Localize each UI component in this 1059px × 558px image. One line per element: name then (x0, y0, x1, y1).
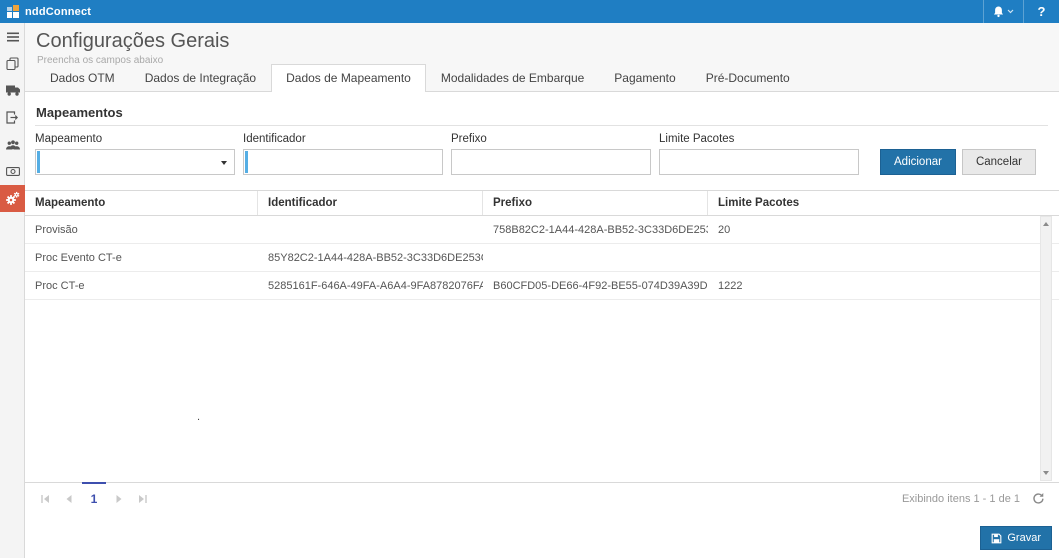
top-bar: nddConnect ? (0, 0, 1059, 23)
tab-bar: Dados OTM Dados de Integração Dados de M… (35, 64, 805, 92)
pager-first-button[interactable] (33, 483, 57, 514)
cell-identificador: 85Y82C2-1A44-428A-BB52-3C33D6DE253C (258, 244, 483, 271)
scroll-down-icon[interactable] (1041, 467, 1051, 479)
pager-status: Exibindo itens 1 - 1 de 1 (902, 493, 1020, 505)
select-caret-icon (221, 161, 227, 165)
grid-body: Provisão 758B82C2-1A44-428A-BB52-3C33D6D… (25, 216, 1059, 482)
cell-identificador: 5285161F-646A-49FA-A6A4-9FA8782076FA (258, 272, 483, 299)
identificador-label: Identificador (243, 133, 443, 145)
cell-prefixo (483, 244, 708, 271)
sidebar (0, 23, 25, 558)
field-mapeamento: Mapeamento (35, 133, 235, 175)
pager-next-button[interactable] (107, 483, 131, 514)
identificador-ctrl (243, 149, 443, 175)
grid-pager: 1 Exibindo itens 1 - 1 de 1 (25, 482, 1059, 514)
cell-identificador (258, 216, 483, 243)
cell-mapeamento: Proc Evento CT-e (25, 244, 258, 271)
stray-dot: . (197, 411, 200, 423)
cell-mapeamento: Proc CT-e (25, 272, 258, 299)
tab-dados-mapeamento[interactable]: Dados de Mapeamento (271, 64, 426, 92)
cell-prefixo: 758B82C2-1A44-428A-BB52-3C33D6DE253C (483, 216, 708, 243)
truck-icon (6, 85, 20, 96)
page-title: Configurações Gerais (25, 23, 1059, 53)
help-icon: ? (1038, 4, 1046, 19)
prefixo-label: Prefixo (451, 133, 651, 145)
main-area: Configurações Gerais Preencha os campos … (25, 23, 1059, 558)
tab-pre-documento[interactable]: Pré-Documento (691, 64, 805, 92)
pager-prev-button[interactable] (57, 483, 81, 514)
brand-name: nddConnect (25, 6, 91, 18)
column-header-prefixo[interactable]: Prefixo (483, 191, 708, 215)
hamburger-icon (7, 32, 19, 42)
pager-page-1[interactable]: 1 (81, 483, 107, 514)
chevron-down-icon (1007, 9, 1014, 14)
money-icon (6, 167, 20, 176)
column-header-mapeamento[interactable]: Mapeamento (25, 191, 258, 215)
scroll-up-icon[interactable] (1041, 218, 1051, 230)
save-icon (991, 533, 1002, 544)
field-prefixo: Prefixo (451, 133, 651, 175)
help-button[interactable]: ? (1023, 0, 1059, 23)
sidebar-item-shipping[interactable] (0, 77, 25, 104)
tab-content: Mapeamentos Mapeamento Identificador Pre… (25, 92, 1059, 558)
sidebar-item-export[interactable] (0, 104, 25, 131)
column-header-limite-pacotes[interactable]: Limite Pacotes (708, 191, 1059, 215)
refresh-icon[interactable] (1032, 492, 1045, 505)
page-header: Configurações Gerais Preencha os campos … (25, 23, 1059, 92)
prefixo-input[interactable] (452, 150, 650, 174)
users-icon (6, 140, 20, 150)
cell-limite: 20 (708, 216, 1059, 243)
field-identificador: Identificador (243, 133, 443, 175)
sidebar-item-menu[interactable] (0, 23, 25, 50)
ndd-logo-icon (7, 5, 20, 18)
grid-header: Mapeamento Identificador Prefixo Limite … (25, 191, 1059, 216)
table-row[interactable]: Provisão 758B82C2-1A44-428A-BB52-3C33D6D… (25, 216, 1059, 244)
sidebar-item-users[interactable] (0, 131, 25, 158)
mapeamento-label: Mapeamento (35, 133, 235, 145)
sidebar-item-settings[interactable] (0, 185, 25, 212)
section-title: Mapeamentos (35, 105, 1048, 126)
identificador-input[interactable] (244, 150, 442, 174)
sidebar-item-documents[interactable] (0, 50, 25, 77)
gears-icon (5, 191, 20, 206)
table-row[interactable]: Proc CT-e 5285161F-646A-49FA-A6A4-9FA878… (25, 272, 1059, 300)
limite-pacotes-ctrl (659, 149, 859, 175)
notifications-button[interactable] (983, 0, 1023, 23)
bell-icon (993, 5, 1004, 18)
cell-mapeamento: Provisão (25, 216, 258, 243)
column-header-identificador[interactable]: Identificador (258, 191, 483, 215)
table-row[interactable]: Proc Evento CT-e 85Y82C2-1A44-428A-BB52-… (25, 244, 1059, 272)
cancelar-button[interactable]: Cancelar (962, 149, 1036, 175)
brand-logo[interactable]: nddConnect (0, 5, 91, 18)
limite-pacotes-input[interactable] (660, 150, 858, 174)
mapping-form: Mapeamento Identificador Prefixo Lim (25, 126, 1059, 175)
gravar-label: Gravar (1007, 532, 1041, 544)
tab-dados-integracao[interactable]: Dados de Integração (130, 64, 271, 92)
pager-last-button[interactable] (131, 483, 155, 514)
mappings-grid: Mapeamento Identificador Prefixo Limite … (25, 190, 1059, 513)
sidebar-item-billing[interactable] (0, 158, 25, 185)
tab-modalidades-embarque[interactable]: Modalidades de Embarque (426, 64, 599, 92)
copy-icon (6, 57, 19, 70)
export-icon (6, 111, 19, 124)
mapeamento-select[interactable] (35, 149, 235, 175)
vertical-scrollbar[interactable] (1040, 216, 1052, 481)
limite-pacotes-label: Limite Pacotes (659, 133, 859, 145)
cell-limite (708, 244, 1059, 271)
mapeamento-select-value[interactable] (36, 150, 234, 174)
tab-dados-otm[interactable]: Dados OTM (35, 64, 130, 92)
cell-prefixo: B60CFD05-DE66-4F92-BE55-074D39A39D03 (483, 272, 708, 299)
adicionar-button[interactable]: Adicionar (880, 149, 956, 175)
tab-pagamento[interactable]: Pagamento (599, 64, 690, 92)
field-limite-pacotes: Limite Pacotes (659, 133, 859, 175)
cell-limite: 1222 (708, 272, 1059, 299)
prefixo-ctrl (451, 149, 651, 175)
gravar-button[interactable]: Gravar (980, 526, 1052, 550)
